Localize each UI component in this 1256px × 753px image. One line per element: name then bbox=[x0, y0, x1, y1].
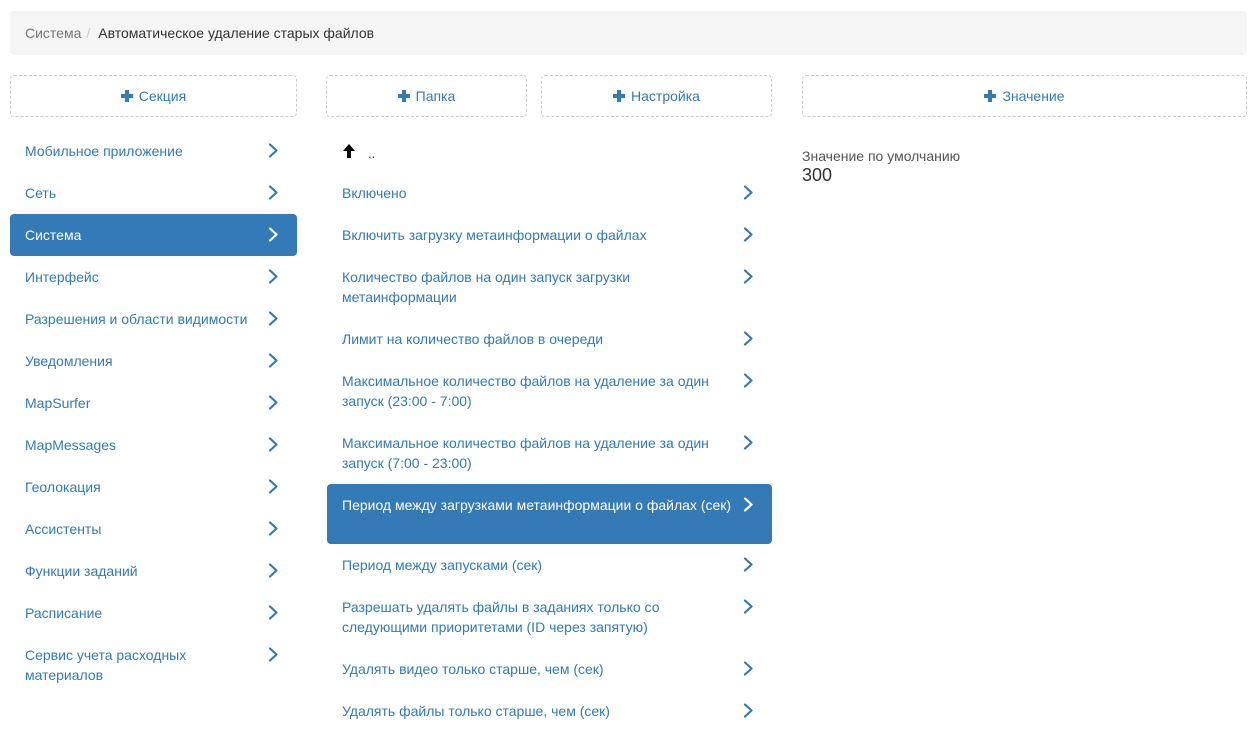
section-item-label: Сеть bbox=[25, 185, 57, 201]
chevron-right-icon bbox=[741, 557, 756, 572]
chevron-right-icon bbox=[266, 311, 281, 326]
chevron-right-icon bbox=[266, 479, 281, 494]
default-value-label: Значение по умолчанию bbox=[802, 148, 961, 164]
chevron-right-icon bbox=[266, 605, 281, 620]
setting-item-label: Максимальное количество файлов на удален… bbox=[342, 435, 709, 471]
setting-item-label: Период между загрузками метаинформации о… bbox=[342, 497, 732, 513]
chevron-right-icon bbox=[741, 599, 756, 614]
section-item-label: MapSurfer bbox=[25, 395, 91, 411]
chevron-right-icon bbox=[266, 521, 281, 536]
chevron-right-icon bbox=[741, 703, 756, 718]
parent-folder-link[interactable]: .. bbox=[327, 130, 772, 172]
section-item-label: Интерфейс bbox=[25, 269, 99, 285]
add-section-label: Секция bbox=[138, 88, 187, 104]
plus-icon bbox=[397, 90, 410, 102]
setting-item-label: Удалять видео только старше, чем (сек) bbox=[342, 661, 604, 677]
section-item[interactable]: Геолокация bbox=[10, 466, 297, 508]
chevron-right-icon bbox=[741, 497, 756, 512]
section-item[interactable]: Система bbox=[10, 214, 297, 256]
chevron-right-icon bbox=[266, 437, 281, 452]
chevron-right-icon bbox=[741, 435, 756, 450]
breadcrumb-root-link[interactable]: Система bbox=[25, 25, 81, 41]
section-item-label: Разрешения и области видимости bbox=[25, 311, 248, 327]
section-item[interactable]: Сеть bbox=[10, 172, 297, 214]
chevron-right-icon bbox=[266, 395, 281, 410]
add-setting-label: Настройка bbox=[631, 88, 700, 104]
chevron-right-icon bbox=[266, 353, 281, 368]
setting-item[interactable]: Удалять видео только старше, чем (сек) bbox=[327, 648, 772, 690]
add-section-button[interactable]: Секция bbox=[10, 75, 297, 117]
add-value-button[interactable]: Значение bbox=[802, 75, 1247, 117]
chevron-right-icon bbox=[266, 563, 281, 578]
setting-item[interactable]: Удалять файлы только старше, чем (сек) bbox=[327, 690, 772, 732]
section-item-label: MapMessages bbox=[25, 437, 117, 453]
settings-column: .. Включено Включить загрузку метаинформа… bbox=[327, 130, 772, 732]
add-setting-button[interactable]: Настройка bbox=[541, 75, 772, 117]
section-item-label: Геолокация bbox=[25, 479, 101, 495]
setting-item[interactable]: Включить загрузку метаинформации о файла… bbox=[327, 214, 772, 256]
breadcrumb-current: Автоматическое удаление старых файлов bbox=[98, 25, 375, 41]
setting-item-label: Разрешать удалять файлы в заданиях тольк… bbox=[342, 599, 660, 635]
breadcrumb-separator: / bbox=[86, 25, 91, 41]
section-item-label: Мобильное приложение bbox=[25, 143, 183, 159]
setting-item[interactable]: Максимальное количество файлов на удален… bbox=[327, 360, 772, 422]
plus-icon bbox=[120, 90, 133, 102]
add-value-label: Значение bbox=[1002, 88, 1065, 104]
setting-item-label: Период между запусками (сек) bbox=[342, 557, 543, 573]
section-item-label: Ассистенты bbox=[25, 521, 102, 537]
section-item[interactable]: MapSurfer bbox=[10, 382, 297, 424]
section-item-label: Функции заданий bbox=[25, 563, 138, 579]
setting-item[interactable]: Период между запусками (сек) bbox=[327, 544, 772, 586]
setting-item[interactable]: Разрешать удалять файлы в заданиях тольк… bbox=[327, 586, 772, 648]
sections-list: Мобильное приложение Сеть Система Интерфейс… bbox=[10, 130, 297, 696]
chevron-right-icon bbox=[741, 185, 756, 200]
setting-item[interactable]: Включено bbox=[327, 172, 772, 214]
chevron-right-icon bbox=[266, 143, 281, 158]
setting-item-label: Количество файлов на один запуск загрузк… bbox=[342, 269, 631, 305]
add-folder-label: Папка bbox=[415, 88, 456, 104]
arrow-up-icon bbox=[343, 144, 355, 158]
section-item[interactable]: MapMessages bbox=[10, 424, 297, 466]
section-item-label: Сервис учета расходных материалов bbox=[25, 647, 187, 683]
chevron-right-icon bbox=[266, 185, 281, 200]
chevron-right-icon bbox=[741, 269, 756, 284]
setting-item-label: Включено bbox=[342, 185, 407, 201]
section-item[interactable]: Интерфейс bbox=[10, 256, 297, 298]
setting-item[interactable]: Количество файлов на один запуск загрузк… bbox=[327, 256, 772, 318]
section-item[interactable]: Ассистенты bbox=[10, 508, 297, 550]
chevron-right-icon bbox=[266, 269, 281, 284]
section-item[interactable]: Расписание bbox=[10, 592, 297, 634]
setting-item-label: Удалять файлы только старше, чем (сек) bbox=[342, 703, 610, 719]
section-item-label: Система bbox=[25, 227, 82, 243]
chevron-right-icon bbox=[266, 647, 281, 662]
section-item[interactable]: Сервис учета расходных материалов bbox=[10, 634, 297, 696]
section-item-label: Уведомления bbox=[25, 353, 113, 369]
value-panel: Значение по умолчанию 300 bbox=[802, 148, 960, 186]
setting-item[interactable]: Лимит на количество файлов в очереди bbox=[327, 318, 772, 360]
default-value: 300 bbox=[802, 165, 833, 185]
parent-folder-label: .. bbox=[368, 145, 376, 161]
settings-list: Включено Включить загрузку метаинформации… bbox=[327, 172, 772, 732]
setting-item-label: Максимальное количество файлов на удален… bbox=[342, 373, 709, 409]
add-folder-button[interactable]: Папка bbox=[326, 75, 527, 117]
section-item-label: Расписание bbox=[25, 605, 103, 621]
section-item[interactable]: Мобильное приложение bbox=[10, 130, 297, 172]
section-item[interactable]: Функции заданий bbox=[10, 550, 297, 592]
breadcrumb: Система / Автоматическое удаление старых… bbox=[10, 11, 1247, 55]
chevron-right-icon bbox=[266, 227, 281, 242]
section-item[interactable]: Разрешения и области видимости bbox=[10, 298, 297, 340]
chevron-right-icon bbox=[741, 661, 756, 676]
setting-item[interactable]: Период между загрузками метаинформации о… bbox=[327, 484, 772, 544]
setting-item[interactable]: Максимальное количество файлов на удален… bbox=[327, 422, 772, 484]
chevron-right-icon bbox=[741, 331, 756, 346]
chevron-right-icon bbox=[741, 373, 756, 388]
setting-item-label: Лимит на количество файлов в очереди bbox=[342, 331, 604, 347]
plus-icon bbox=[613, 90, 626, 102]
chevron-right-icon bbox=[741, 227, 756, 242]
setting-item-label: Включить загрузку метаинформации о файла… bbox=[342, 227, 647, 243]
plus-icon bbox=[984, 90, 997, 102]
section-item[interactable]: Уведомления bbox=[10, 340, 297, 382]
